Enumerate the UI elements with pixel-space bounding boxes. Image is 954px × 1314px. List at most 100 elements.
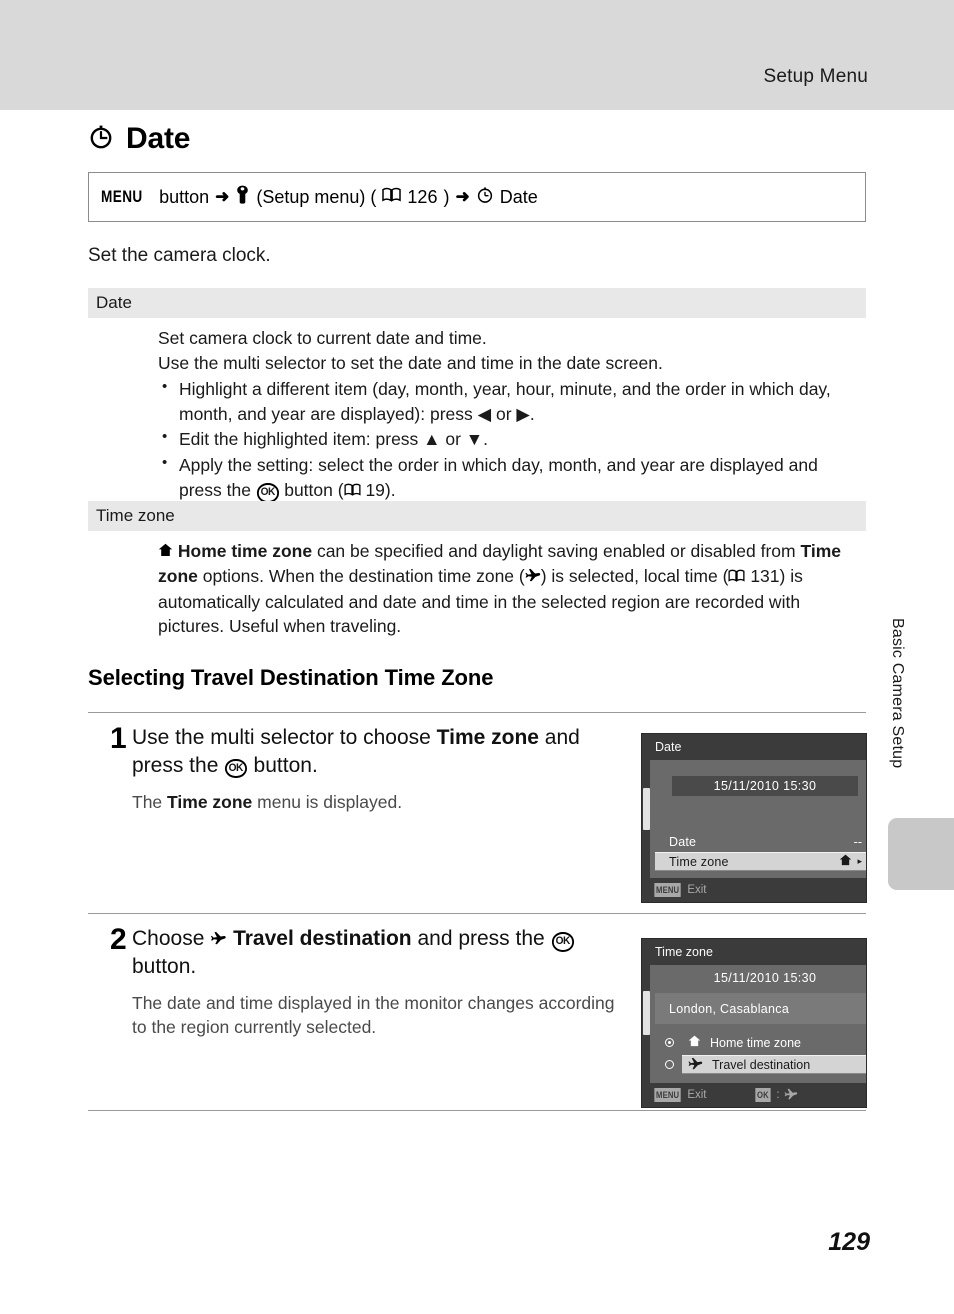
breadcrumb-setup-text: (Setup menu) (	[256, 186, 377, 207]
house-icon-3	[688, 1035, 701, 1050]
section-heading-date: Date	[88, 288, 866, 318]
camera-city-label: London, Casablanca	[655, 993, 866, 1024]
step-2-subtext: The date and time displayed in the monit…	[132, 992, 615, 1037]
clock-icon-small	[476, 186, 494, 209]
page-number: 129	[828, 1228, 870, 1256]
arrow-up-icon: ▲	[423, 429, 441, 450]
bullet-3-page-ref: 19	[365, 480, 385, 501]
camera-menu-row-timezone[interactable]: Time zone ▸	[655, 852, 866, 871]
date-bullet-list: Highlight a different item (day, month, …	[158, 376, 858, 504]
arrow-left-icon: ◀	[477, 403, 492, 424]
divider-1	[88, 712, 866, 713]
camera-screen-2-inner: 15/11/2010 15:30 London, Casablanca Home…	[655, 965, 866, 1083]
step-1-number: 1	[110, 722, 127, 755]
divider-2	[88, 913, 866, 914]
step-1-bold: Time zone	[436, 726, 539, 749]
bullet-2-suffix: .	[483, 429, 488, 450]
arrow-right-icon-3: ▶	[516, 403, 530, 424]
scrollbar-track-2[interactable]	[642, 965, 650, 1083]
camera-screen-2-body: 15/11/2010 15:30 London, Casablanca Home…	[642, 965, 866, 1083]
camera-screen-1-inner: 15/11/2010 15:30 Date -- Time zone ▸	[655, 760, 866, 878]
book-icon	[382, 187, 402, 207]
radio-unselected-icon[interactable]	[665, 1060, 674, 1069]
bullet-3-suffix: ).	[384, 480, 396, 501]
list-item: Edit the highlighted item: press ▲ or ▼.	[158, 426, 858, 452]
timezone-home-bold: Home time zone	[177, 541, 313, 561]
camera-option-home-time-zone[interactable]: Home time zone	[655, 1033, 866, 1052]
intro-text: Set the camera clock.	[88, 245, 271, 266]
breadcrumb-menu-word: MENU	[101, 187, 143, 206]
page-title-text: Date	[126, 122, 191, 155]
camera-footer-exit-label: Exit	[687, 884, 707, 896]
plane-icon-4	[784, 1088, 798, 1103]
camera-option-home-label: Home time zone	[710, 1035, 802, 1050]
timezone-text-1: can be specified and daylight saving ena…	[312, 541, 801, 561]
scrollbar-track[interactable]	[642, 760, 650, 878]
plane-icon	[525, 566, 541, 586]
timezone-text-2: options. When the destination time zone …	[197, 565, 525, 586]
camera-option-travel-destination[interactable]: Travel destination	[655, 1055, 866, 1074]
camera-row-label-date: Date	[669, 834, 697, 849]
step-2-prefix: Choose	[132, 927, 211, 950]
clock-icon	[88, 124, 114, 154]
house-icon-2	[839, 854, 852, 869]
list-item: Apply the setting: select the order in w…	[158, 452, 858, 504]
camera-footer-ok-label: :	[776, 1089, 780, 1101]
bullet-2-text: Edit the highlighted item: press	[179, 429, 424, 450]
section-heading-timezone: Time zone	[88, 501, 866, 531]
scrollbar-thumb-2[interactable]	[643, 991, 650, 1035]
step-2-suffix: button.	[132, 954, 197, 978]
breadcrumb-close-paren: )	[443, 186, 450, 207]
camera-row-value-date: --	[853, 834, 862, 849]
page-title: Date	[88, 122, 190, 156]
bullet-1-suffix: .	[529, 403, 535, 424]
timezone-page-ref: 131	[750, 565, 780, 586]
camera-menu-row-date[interactable]: Date --	[655, 832, 866, 851]
section-body-date: Set camera clock to current date and tim…	[158, 326, 858, 504]
step-1-sub-suffix: menu is displayed.	[252, 791, 403, 812]
menu-key-icon: MENU	[654, 883, 681, 897]
breadcrumb-button-word: button	[159, 186, 210, 207]
step-2-text: Choose Travel destination and press the …	[132, 925, 628, 981]
timezone-text-3: ) is selected, local time (	[540, 565, 729, 586]
divider-3	[88, 1110, 866, 1111]
camera-option-home-inner: Home time zone	[682, 1034, 866, 1051]
ok-button-icon-2: OK	[225, 758, 247, 779]
bullet-2-or: or	[440, 429, 466, 450]
step-1-text: Use the multi selector to choose Time zo…	[132, 724, 628, 780]
step-1-sub-prefix: The	[132, 791, 168, 812]
camera-datetime-display-2: 15/11/2010 15:30	[713, 971, 817, 985]
date-line-2: Use the multi selector to set the date a…	[158, 352, 663, 373]
sub-heading: Selecting Travel Destination Time Zone	[88, 665, 494, 690]
side-tab-block	[888, 818, 954, 890]
chevron-right-icon: ▸	[857, 856, 862, 866]
camera-option-travel-label: Travel destination	[712, 1057, 811, 1072]
page-header-band	[0, 0, 954, 110]
step-1-prefix: Use the multi selector to choose	[132, 726, 437, 749]
radio-selected-icon[interactable]	[665, 1038, 674, 1047]
ok-key-icon: OK	[755, 1088, 772, 1102]
camera-datetime-display-1: 15/11/2010 15:30	[672, 776, 858, 796]
step-1-sub-bold: Time zone	[167, 791, 253, 812]
wrench-icon	[235, 185, 250, 209]
scrollbar-thumb[interactable]	[643, 788, 650, 830]
bullet-1-or: or	[491, 403, 517, 424]
step-1-suffix: button.	[247, 753, 318, 777]
camera-screen-timezone: Time zone 15/11/2010 15:30 London, Casab…	[641, 938, 867, 1108]
side-tab-label: Basic Camera Setup	[889, 618, 906, 769]
camera-screen-2-title: Time zone	[642, 939, 866, 965]
camera-screen-1-body: 15/11/2010 15:30 Date -- Time zone ▸	[642, 760, 866, 878]
camera-row-label-timezone: Time zone	[669, 854, 729, 869]
step-1-subtext: The Time zone menu is displayed.	[132, 790, 628, 814]
house-icon	[158, 541, 178, 561]
ok-button-icon-3: OK	[551, 932, 574, 952]
camera-screen-date: Date 15/11/2010 15:30 Date -- Time zone …	[641, 733, 867, 903]
step-2-number: 2	[110, 923, 127, 956]
bullet-3-mid: button (	[279, 480, 344, 501]
arrow-right-icon: ➜	[215, 187, 230, 206]
camera-footer-exit-label-2: Exit	[687, 1089, 707, 1101]
plane-icon-3	[688, 1057, 703, 1073]
arrow-right-icon-2: ➜	[455, 187, 470, 206]
list-item: Highlight a different item (day, month, …	[158, 376, 858, 427]
step-2-mid: and press the	[411, 927, 551, 950]
